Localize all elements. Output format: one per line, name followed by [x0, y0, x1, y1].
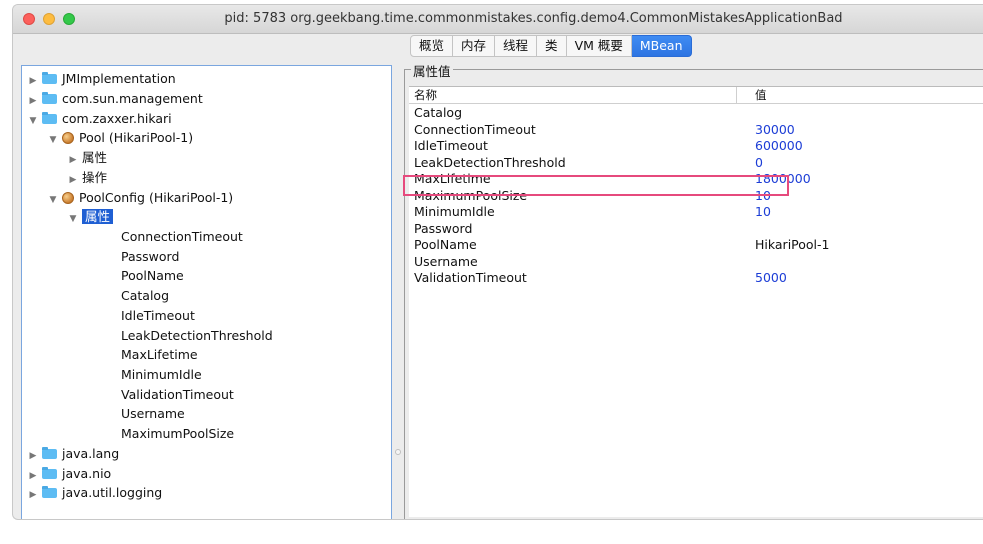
tree-node-label: 属性: [82, 150, 108, 165]
folder-icon: [42, 486, 57, 498]
tree-leaf-attribute[interactable]: IdleTimeout: [121, 306, 195, 325]
tree-node-pool-attributes[interactable]: ▶ 属性: [68, 148, 107, 167]
tree-node-label: com.zaxxer.hikari: [62, 111, 172, 126]
table-row[interactable]: Catalog: [409, 105, 983, 122]
tree-leaf-attribute[interactable]: Catalog: [121, 286, 169, 305]
attribute-table[interactable]: 名称 值 Catalog ConnectionTimeout 30000 Idl…: [409, 86, 983, 517]
attribute-values-group: 属性值 名称 值 Catalog ConnectionTimeout 30000…: [404, 61, 983, 519]
jconsole-window: pid: 5783 org.geekbang.time.commonmistak…: [12, 4, 983, 520]
collapse-arrow-icon[interactable]: ▼: [48, 191, 58, 210]
table-row[interactable]: Password: [409, 221, 983, 238]
tab-mbean[interactable]: MBean: [631, 35, 692, 57]
tree-node-label: java.util.logging: [62, 485, 163, 500]
attribute-name: Catalog: [414, 105, 463, 120]
attribute-name: ConnectionTimeout: [414, 121, 536, 137]
tree-leaf-attribute[interactable]: LeakDetectionThreshold: [121, 326, 273, 345]
bean-icon: [62, 192, 74, 204]
tree-node-java-util-logging[interactable]: ▶ java.util.logging: [28, 483, 163, 505]
mbean-tree[interactable]: ▶ JMImplementation ▶ com.sun.management ▼ c…: [21, 65, 392, 519]
collapse-arrow-icon[interactable]: ▼: [28, 112, 38, 131]
attribute-value[interactable]: 10: [755, 204, 771, 221]
tree-node-jmimplementation[interactable]: ▶ JMImplementation: [28, 69, 176, 88]
collapse-arrow-icon[interactable]: ▼: [68, 210, 78, 229]
maximize-icon[interactable]: [63, 13, 75, 25]
split-pane-divider[interactable]: [393, 65, 401, 519]
attribute-value[interactable]: HikariPool-1: [755, 237, 830, 254]
tree-leaf-attribute[interactable]: ValidationTimeout: [121, 385, 234, 404]
tree-node-label: JMImplementation: [62, 71, 176, 86]
tree-node-label: java.nio: [62, 466, 112, 481]
title-bar: pid: 5783 org.geekbang.time.commonmistak…: [13, 5, 983, 34]
tab-overview[interactable]: 概览: [410, 35, 454, 57]
attribute-name: LeakDetectionThreshold: [414, 154, 566, 170]
tree-node-label: PoolConfig (HikariPool-1): [79, 190, 234, 205]
tree-node-java-lang[interactable]: ▶ java.lang: [28, 444, 120, 463]
collapse-arrow-icon[interactable]: ▼: [48, 131, 58, 150]
tree-node-java-nio[interactable]: ▶ java.nio: [28, 464, 112, 483]
tree-node-pool-operations[interactable]: ▶ 操作: [68, 168, 107, 187]
attribute-name: PoolName: [414, 237, 477, 252]
tree-leaf-attribute[interactable]: MaximumPoolSize: [121, 424, 234, 443]
tab-bar: 概览 内存 线程 类 VM 概要 MBean: [410, 35, 692, 57]
tab-memory[interactable]: 内存: [453, 35, 496, 57]
tree-node-poolconfig-attributes[interactable]: ▼ 属性: [68, 207, 114, 229]
expand-arrow-icon[interactable]: ▶: [28, 486, 38, 505]
highlight-box: [403, 175, 789, 196]
table-row[interactable]: IdleTimeout 600000: [409, 138, 983, 155]
tree-node-label: 操作: [82, 170, 108, 185]
attribute-name: IdleTimeout: [414, 138, 488, 153]
attribute-name: ValidationTimeout: [414, 270, 527, 285]
attribute-name: Username: [414, 253, 478, 269]
tree-node-label: 属性: [82, 209, 114, 224]
tree-leaf-attribute[interactable]: Password: [121, 247, 179, 266]
attribute-value[interactable]: 30000: [755, 122, 795, 139]
group-legend: 属性值: [411, 61, 453, 80]
divider-handle-icon[interactable]: [395, 449, 401, 455]
tab-vm-summary[interactable]: VM 概要: [566, 35, 632, 57]
tree-leaf-attribute[interactable]: MaxLifetime: [121, 345, 198, 364]
table-row[interactable]: MinimumIdle 10: [409, 204, 983, 221]
attribute-panel: 属性值 名称 值 Catalog ConnectionTimeout 30000…: [402, 61, 983, 519]
attribute-name: MinimumIdle: [414, 204, 495, 219]
window-title: pid: 5783 org.geekbang.time.commonmistak…: [224, 11, 843, 26]
tree-node-label: com.sun.management: [62, 91, 203, 106]
attribute-value[interactable]: 600000: [755, 138, 803, 155]
tree-leaf-attribute[interactable]: PoolName: [121, 266, 184, 285]
attribute-value[interactable]: 0: [755, 155, 763, 172]
table-row[interactable]: ValidationTimeout 5000: [409, 270, 983, 287]
attribute-value[interactable]: 5000: [755, 270, 787, 287]
tree-node-poolconfig[interactable]: ▼ PoolConfig (HikariPool-1): [48, 188, 234, 210]
tree-node-label: java.lang: [62, 446, 120, 461]
table-row[interactable]: ConnectionTimeout 30000: [409, 122, 983, 139]
minimize-icon[interactable]: [43, 13, 55, 25]
folder-icon: [42, 72, 57, 84]
tree-node-com-sun-management[interactable]: ▶ com.sun.management: [28, 89, 203, 108]
tree-leaf-attribute[interactable]: Username: [121, 404, 185, 423]
folder-icon: [42, 112, 57, 124]
tree-node-com-zaxxer-hikari[interactable]: ▼ com.zaxxer.hikari: [28, 109, 172, 128]
tree-node-pool[interactable]: ▼ Pool (HikariPool-1): [48, 128, 194, 150]
table-row[interactable]: PoolName HikariPool-1: [409, 237, 983, 254]
folder-icon: [42, 447, 57, 459]
tree-node-label: Pool (HikariPool-1): [79, 130, 194, 145]
table-row[interactable]: Username: [409, 254, 983, 271]
tab-threads[interactable]: 线程: [495, 35, 538, 57]
attribute-name: Password: [414, 220, 473, 236]
table-row[interactable]: LeakDetectionThreshold 0: [409, 155, 983, 172]
tree-leaf-attribute[interactable]: ConnectionTimeout: [121, 227, 243, 246]
folder-icon: [42, 467, 57, 479]
folder-icon: [42, 92, 57, 104]
close-icon[interactable]: [23, 13, 35, 25]
bean-icon: [62, 132, 74, 144]
tab-classes[interactable]: 类: [537, 35, 567, 57]
tree-leaf-attribute[interactable]: MinimumIdle: [121, 365, 202, 384]
column-header-name[interactable]: 名称: [409, 87, 737, 104]
column-header-value[interactable]: 值: [737, 87, 983, 104]
